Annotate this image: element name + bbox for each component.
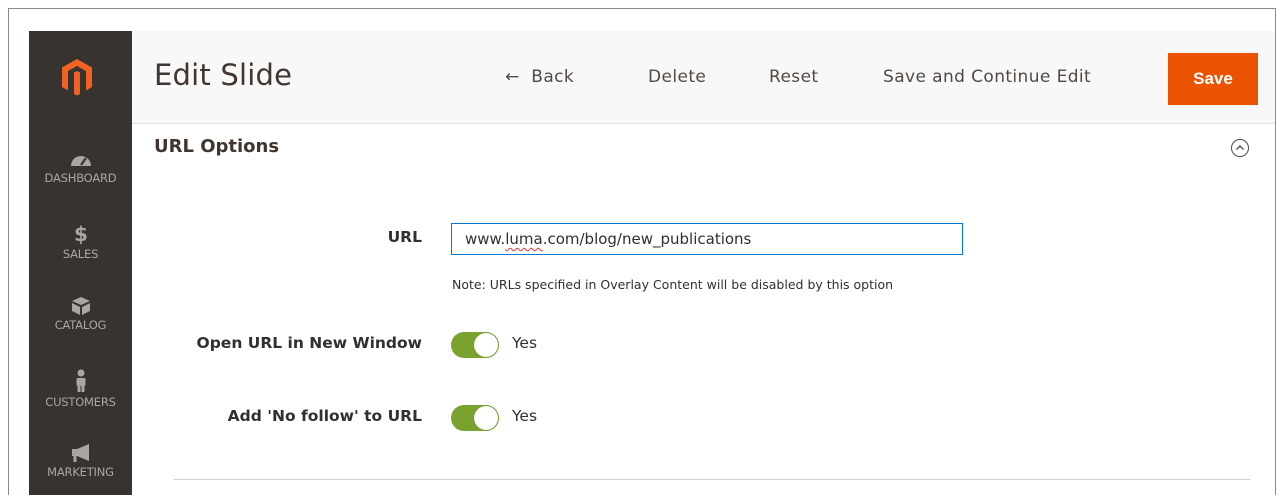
back-button[interactable]: ← Back (505, 67, 574, 87)
new-window-value: Yes (512, 334, 538, 352)
collapse-section-button[interactable] (1231, 139, 1249, 157)
section-divider (174, 479, 1250, 480)
toggle-knob (474, 333, 498, 357)
sidebar-item-sales[interactable]: $ SALES (29, 223, 132, 261)
megaphone-icon (71, 444, 89, 462)
chevron-up-icon (1236, 145, 1244, 150)
page-header: Edit Slide ← Back Delete Reset Save and … (132, 31, 1275, 124)
sidebar-item-label: SALES (62, 247, 99, 261)
new-window-label: Open URL in New Window (196, 334, 422, 352)
dollar-icon: $ (74, 223, 88, 245)
window-frame: DASHBOARD $ SALES CATALOG CUSTOMERS MARK… (8, 8, 1276, 495)
magento-logo-icon[interactable] (57, 57, 97, 97)
toggle-knob (474, 406, 498, 430)
nofollow-value: Yes (512, 407, 538, 425)
page-title: Edit Slide (154, 58, 293, 92)
sidebar-item-dashboard[interactable]: DASHBOARD (29, 151, 132, 185)
url-text-part: .com/blog/new_publications (542, 230, 752, 248)
admin-sidebar: DASHBOARD $ SALES CATALOG CUSTOMERS MARK… (29, 31, 132, 495)
new-window-toggle[interactable] (451, 332, 499, 358)
svg-text:$: $ (74, 223, 88, 245)
url-label: URL (387, 228, 422, 246)
url-options-section: URL Options URL www. luma .com/blog/new_pu… (132, 124, 1275, 495)
sidebar-item-customers[interactable]: CUSTOMERS (29, 369, 132, 409)
save-button[interactable]: Save (1168, 53, 1258, 105)
sidebar-item-label: MARKETING (47, 465, 114, 479)
sidebar-item-label: CUSTOMERS (45, 395, 116, 409)
sidebar-item-catalog[interactable]: CATALOG (29, 296, 132, 332)
person-icon (76, 369, 85, 392)
url-text-part: www. (465, 230, 506, 248)
new-window-row: Open URL in New Window (132, 334, 422, 356)
sidebar-item-marketing[interactable]: MARKETING (29, 443, 132, 479)
section-title[interactable]: URL Options (154, 136, 279, 157)
dashboard-icon (70, 156, 91, 166)
nofollow-toggle[interactable] (451, 405, 499, 431)
reset-button[interactable]: Reset (769, 67, 819, 87)
nofollow-row: Add 'No follow' to URL (132, 407, 422, 429)
back-label: Back (531, 67, 575, 87)
box-icon (71, 297, 90, 315)
nofollow-label: Add 'No follow' to URL (227, 407, 422, 425)
sidebar-item-label: CATALOG (54, 318, 107, 332)
admin-page: DASHBOARD $ SALES CATALOG CUSTOMERS MARK… (29, 31, 1275, 495)
save-and-continue-button[interactable]: Save and Continue Edit (883, 67, 1091, 87)
sidebar-item-label: DASHBOARD (44, 171, 117, 185)
spellcheck-word: luma (505, 230, 543, 248)
back-arrow-icon: ← (505, 67, 520, 87)
url-input[interactable]: www. luma .com/blog/new_publications (451, 223, 963, 255)
url-field-row: URL (132, 228, 422, 250)
delete-button[interactable]: Delete (648, 67, 706, 87)
url-note: Note: URLs specified in Overlay Content … (452, 277, 894, 292)
